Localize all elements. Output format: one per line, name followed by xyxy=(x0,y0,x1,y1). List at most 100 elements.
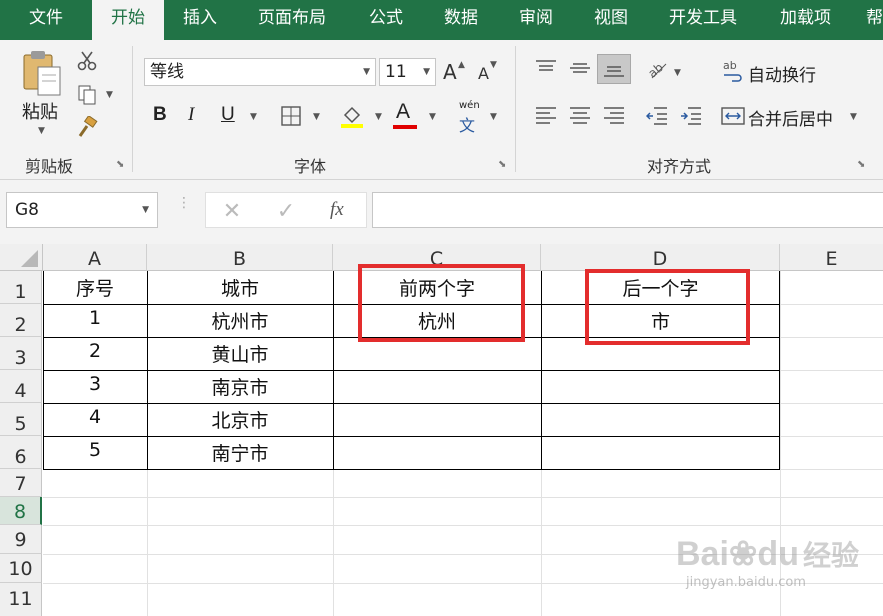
cell-b2[interactable]: 杭州市 xyxy=(147,307,333,334)
chevron-down-icon: ▼ xyxy=(363,67,370,77)
font-launcher-icon[interactable]: ⬊ xyxy=(498,159,506,170)
row-header-6[interactable]: 6 xyxy=(0,436,42,469)
name-box[interactable]: G8 ▼ xyxy=(6,192,158,228)
tab-formulas[interactable]: 公式 xyxy=(369,0,403,40)
grow-arrow-icon: ▲ xyxy=(458,60,465,70)
cell-a3[interactable]: 2 xyxy=(43,340,147,362)
column-header-e[interactable]: E xyxy=(780,244,883,271)
grow-font-button[interactable]: A xyxy=(443,60,457,84)
insert-function-button[interactable]: fx xyxy=(330,199,344,221)
ribbon-tab-bar: 文件 开始 插入 页面布局 公式 数据 审阅 视图 开发工具 加载项 帮 xyxy=(0,0,883,40)
cell-a6[interactable]: 5 xyxy=(43,439,147,461)
align-right-icon[interactable] xyxy=(600,104,628,128)
cell-b1[interactable]: 城市 xyxy=(147,274,333,301)
cell-b3[interactable]: 黄山市 xyxy=(147,340,333,367)
font-color-dropdown-icon[interactable]: ▼ xyxy=(429,112,436,122)
tab-help[interactable]: 帮 xyxy=(866,0,883,40)
enter-icon[interactable]: ✓ xyxy=(274,199,298,224)
phonetic-guide-top[interactable]: wén xyxy=(459,100,480,111)
underline-button[interactable]: U xyxy=(221,104,235,126)
tab-page-layout[interactable]: 页面布局 xyxy=(258,0,326,40)
align-left-icon[interactable] xyxy=(532,104,560,128)
orientation-icon[interactable]: ab xyxy=(644,56,672,82)
formula-input[interactable] xyxy=(372,192,883,228)
fill-color-icon[interactable] xyxy=(338,102,366,130)
cell-a1[interactable]: 序号 xyxy=(43,274,147,301)
wrap-text-label[interactable]: 自动换行 xyxy=(748,61,816,86)
select-all-button[interactable] xyxy=(0,244,43,271)
chevron-down-icon: ▼ xyxy=(142,205,149,215)
align-bottom-icon[interactable] xyxy=(597,54,631,84)
orientation-dropdown-icon[interactable]: ▼ xyxy=(674,68,681,78)
fill-color-dropdown-icon[interactable]: ▼ xyxy=(375,112,382,122)
tab-home[interactable]: 开始 xyxy=(92,0,164,40)
align-top-icon[interactable] xyxy=(532,56,560,80)
row-header-7[interactable]: 7 xyxy=(0,469,42,497)
column-header-d[interactable]: D xyxy=(541,244,780,271)
merge-dropdown-icon[interactable]: ▼ xyxy=(850,112,857,122)
tab-data[interactable]: 数据 xyxy=(444,0,478,40)
merge-center-icon[interactable] xyxy=(720,104,746,128)
row-header-3[interactable]: 3 xyxy=(0,337,42,370)
borders-dropdown-icon[interactable]: ▼ xyxy=(313,112,320,122)
align-middle-icon[interactable] xyxy=(566,56,594,80)
cell-a2[interactable]: 1 xyxy=(43,307,147,329)
phonetic-dropdown-icon[interactable]: ▼ xyxy=(490,112,497,122)
alignment-launcher-icon[interactable]: ⬊ xyxy=(857,159,865,170)
tab-addins[interactable]: 加载项 xyxy=(780,0,831,40)
name-box-value: G8 xyxy=(15,200,39,220)
watermark-logo: Bai❀du 经验 xyxy=(676,534,859,574)
merge-center-label[interactable]: 合并后居中 xyxy=(748,105,833,130)
cell-a4[interactable]: 3 xyxy=(43,373,147,395)
tab-view[interactable]: 视图 xyxy=(594,0,628,40)
borders-icon[interactable] xyxy=(279,104,303,128)
shrink-font-button[interactable]: A xyxy=(478,64,489,83)
row-header-4[interactable]: 4 xyxy=(0,370,42,403)
cell-a5[interactable]: 4 xyxy=(43,406,147,428)
worksheet-grid[interactable]: A B C D E 1 2 3 4 5 6 7 8 9 10 11 序号 城市 … xyxy=(0,244,883,616)
tab-insert[interactable]: 插入 xyxy=(183,0,217,40)
row-header-1[interactable]: 1 xyxy=(0,271,42,304)
increase-indent-icon[interactable] xyxy=(677,104,705,128)
cell-b6[interactable]: 南宁市 xyxy=(147,439,333,466)
paste-icon[interactable] xyxy=(18,48,66,98)
cell-b4[interactable]: 南京市 xyxy=(147,373,333,400)
row-header-2[interactable]: 2 xyxy=(0,304,42,337)
font-group-label: 字体 xyxy=(294,157,327,176)
row-header-5[interactable]: 5 xyxy=(0,403,42,436)
copy-icon[interactable] xyxy=(74,82,100,108)
column-header-a[interactable]: A xyxy=(43,244,147,271)
watermark-text: Bai xyxy=(676,535,729,573)
font-size-select[interactable]: 11 ▼ xyxy=(379,58,436,86)
tab-file[interactable]: 文件 xyxy=(0,0,92,40)
paste-dropdown-icon[interactable]: ▼ xyxy=(38,126,45,136)
decrease-indent-icon[interactable] xyxy=(643,104,671,128)
tab-developer[interactable]: 开发工具 xyxy=(669,0,737,40)
cell-b5[interactable]: 北京市 xyxy=(147,406,333,433)
row-header-9[interactable]: 9 xyxy=(0,525,42,554)
font-name-select[interactable]: 等线 ▼ xyxy=(144,58,376,86)
italic-button[interactable]: I xyxy=(188,104,194,126)
wrap-text-icon[interactable]: ab xyxy=(722,58,744,84)
align-center-icon[interactable] xyxy=(566,104,594,128)
ribbon: 粘贴 ▼ ▼ 剪贴板 ⬊ 等线 ▼ 11 ▼ A ▲ A ▼ B I U ▼ ▼… xyxy=(0,40,883,180)
highlight-box-d xyxy=(585,269,750,345)
underline-dropdown-icon[interactable]: ▼ xyxy=(250,112,257,122)
cut-icon[interactable] xyxy=(74,48,100,74)
clipboard-launcher-icon[interactable]: ⬊ xyxy=(116,159,124,170)
bold-button[interactable]: B xyxy=(153,104,167,126)
phonetic-guide-button[interactable]: 文 xyxy=(459,112,475,136)
column-header-b[interactable]: B xyxy=(147,244,333,271)
tab-review[interactable]: 审阅 xyxy=(519,0,553,40)
gridline xyxy=(43,497,883,498)
drag-handle-icon[interactable]: ⋮ xyxy=(177,196,191,220)
paste-label[interactable]: 粘贴 xyxy=(22,98,58,124)
formula-buttons: ✕ ✓ fx xyxy=(205,192,367,228)
cancel-icon[interactable]: ✕ xyxy=(220,199,244,224)
row-header-10[interactable]: 10 xyxy=(0,554,42,583)
row-header-11[interactable]: 11 xyxy=(0,583,42,616)
copy-dropdown-icon[interactable]: ▼ xyxy=(106,90,113,100)
row-header-8[interactable]: 8 xyxy=(0,497,42,525)
font-color-button[interactable]: A xyxy=(396,100,410,124)
format-painter-icon[interactable] xyxy=(74,114,100,140)
